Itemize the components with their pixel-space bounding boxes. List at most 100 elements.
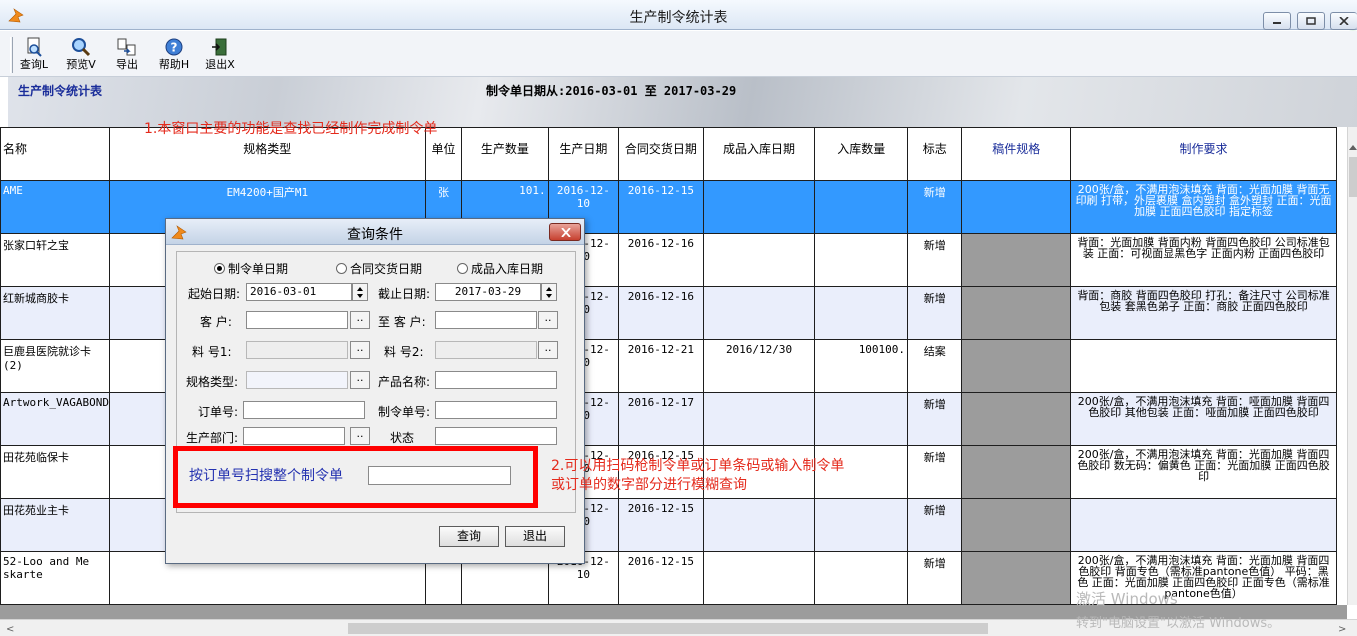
material2-lookup-button[interactable]: .. — [538, 341, 558, 359]
cell-in-qty[interactable]: 100100. — [814, 339, 909, 393]
cell-in-date[interactable] — [702, 392, 816, 446]
customer-lookup-button[interactable]: .. — [350, 311, 370, 329]
cell-name[interactable]: 张家口轩之宝 — [0, 233, 110, 287]
cell-in-date[interactable] — [702, 180, 816, 234]
cell-due-date[interactable]: 2016-12-15 — [618, 551, 704, 605]
cell-name[interactable]: 田花苑业主卡 — [0, 498, 110, 552]
column-header[interactable]: 制作要求 — [1070, 127, 1337, 181]
cell-in-qty[interactable] — [814, 286, 909, 340]
column-header[interactable]: 生产日期 — [547, 127, 620, 181]
scroll-right-arrow-icon[interactable]: > — [1338, 624, 1346, 635]
cell-flag[interactable]: 新增 — [907, 498, 963, 552]
cell-due-date[interactable]: 2016-12-17 — [618, 392, 704, 446]
vertical-scrollbar[interactable] — [1347, 127, 1357, 605]
cell-in-date[interactable] — [702, 498, 816, 552]
material1-lookup-button[interactable]: .. — [350, 341, 370, 359]
cell-due-date[interactable]: 2016-12-15 — [618, 498, 704, 552]
cell-artwork-spec[interactable] — [961, 286, 1072, 340]
column-header[interactable]: 生产数量 — [461, 127, 549, 181]
cell-artwork-spec[interactable] — [961, 551, 1072, 605]
cell-req[interactable]: 背面：光面加膜 背面内粉 背面四色胶印 公司标准包装 正面：可视面显黑色字 正面… — [1070, 233, 1337, 287]
cell-artwork-spec[interactable] — [961, 445, 1072, 499]
vertical-scroll-thumb[interactable] — [1349, 157, 1357, 197]
cell-name[interactable]: Artwork_VAGABOND — [0, 392, 110, 446]
cell-in-qty[interactable] — [814, 392, 909, 446]
cell-artwork-spec[interactable] — [961, 392, 1072, 446]
cell-name[interactable]: 红新城商胶卡 — [0, 286, 110, 340]
cell-name[interactable]: 巨鹿县医院就诊卡(2) — [0, 339, 110, 393]
column-header[interactable]: 稿件规格 — [961, 127, 1072, 181]
cell-req[interactable]: 200张/盒，不满用泡沫填充 背面：光面加膜 背面四色胶印 数无码：偏黄色 正面… — [1070, 445, 1337, 499]
cell-req[interactable]: 200张/盒，不满用泡沫填充 背面：哑面加膜 背面四色胶印 其他包装 正面：哑面… — [1070, 392, 1337, 446]
cell-in-date[interactable]: 2016/12/30 — [702, 339, 816, 393]
mo-no-input[interactable] — [435, 401, 557, 419]
start-date-spinner[interactable] — [352, 283, 368, 301]
cell-artwork-spec[interactable] — [961, 233, 1072, 287]
close-button[interactable] — [1330, 12, 1357, 30]
minimize-button[interactable] — [1263, 12, 1291, 30]
cell-flag[interactable]: 新增 — [907, 180, 963, 234]
export-button[interactable]: 导出 — [107, 35, 147, 75]
cell-in-qty[interactable] — [814, 233, 909, 287]
toolbar-grip[interactable] — [10, 37, 13, 73]
cell-due-date[interactable]: 2016-12-21 — [618, 339, 704, 393]
cell-due-date[interactable]: 2016-12-16 — [618, 233, 704, 287]
order-no-input[interactable] — [243, 401, 365, 419]
cell-name[interactable]: 52-Loo and Me skarte — [0, 551, 110, 605]
scroll-up-arrow-icon[interactable] — [1349, 145, 1357, 150]
material1-input[interactable] — [246, 341, 348, 359]
cell-flag[interactable]: 新增 — [907, 286, 963, 340]
cell-flag[interactable]: 结案 — [907, 339, 963, 393]
maximize-button[interactable] — [1297, 12, 1325, 30]
cell-due-date[interactable]: 2016-12-16 — [618, 286, 704, 340]
preview-button[interactable]: 预览V — [61, 35, 101, 75]
cell-flag[interactable]: 新增 — [907, 392, 963, 446]
cell-in-date[interactable] — [702, 286, 816, 340]
cell-in-date[interactable] — [702, 233, 816, 287]
radio-order-date[interactable]: 制令单日期 — [214, 260, 288, 277]
cell-in-qty[interactable] — [814, 498, 909, 552]
status-input[interactable] — [435, 427, 557, 445]
dialog-title-bar[interactable]: 查询条件 — [166, 219, 584, 245]
exit-button[interactable]: 退出X — [200, 35, 240, 75]
cell-artwork-spec[interactable] — [961, 180, 1072, 234]
cell-name[interactable]: AME — [0, 180, 110, 234]
cell-in-qty[interactable] — [814, 551, 909, 605]
dialog-close-button[interactable] — [549, 223, 581, 241]
department-input[interactable] — [243, 427, 345, 445]
dialog-exit-button[interactable]: 退出 — [505, 526, 565, 547]
to-customer-lookup-button[interactable]: .. — [538, 311, 558, 329]
column-header[interactable]: 入库数量 — [814, 127, 909, 181]
material2-input[interactable] — [435, 341, 537, 359]
cell-name[interactable]: 田花苑临保卡 — [0, 445, 110, 499]
cell-req[interactable]: 200张/盒，不满用泡沫填充 背面：光面加膜 背面无印刷 打带，外层裹膜 盒内塑… — [1070, 180, 1337, 234]
end-date-spinner[interactable] — [541, 283, 557, 301]
start-date-input[interactable]: 2016-03-01 — [246, 283, 352, 301]
query-button[interactable]: 查询L — [14, 35, 54, 75]
to-customer-input[interactable] — [435, 311, 537, 329]
cell-due-date[interactable]: 2016-12-15 — [618, 180, 704, 234]
column-header[interactable]: 合同交货日期 — [618, 127, 704, 181]
horizontal-scroll-thumb[interactable] — [348, 623, 988, 634]
cell-flag[interactable]: 新增 — [907, 551, 963, 605]
product-name-input[interactable] — [435, 371, 557, 389]
cell-flag[interactable]: 新增 — [907, 445, 963, 499]
dialog-query-button[interactable]: 查询 — [439, 526, 499, 547]
spec-type-lookup-button[interactable]: .. — [350, 371, 370, 389]
end-date-input[interactable]: 2017-03-29 — [435, 283, 541, 301]
cell-in-qty[interactable] — [814, 180, 909, 234]
radio-delivery-date[interactable]: 合同交货日期 — [336, 260, 422, 277]
cell-in-date[interactable] — [702, 551, 816, 605]
help-button[interactable]: ? 帮助H — [154, 35, 194, 75]
cell-artwork-spec[interactable] — [961, 339, 1072, 393]
column-header[interactable]: 成品入库日期 — [702, 127, 816, 181]
scan-barcode-input[interactable] — [368, 466, 511, 485]
cell-req[interactable]: 背面：商胶 背面四色胶印 打孔：备注尺寸 公司标准包装 套黑色弟子 正面：商胶 … — [1070, 286, 1337, 340]
customer-input[interactable] — [246, 311, 348, 329]
spec-type-input[interactable] — [246, 371, 348, 389]
cell-req[interactable] — [1070, 339, 1337, 393]
scroll-left-arrow-icon[interactable]: < — [6, 624, 14, 635]
column-header[interactable]: 名称 — [0, 127, 110, 181]
cell-flag[interactable]: 新增 — [907, 233, 963, 287]
cell-req[interactable] — [1070, 498, 1337, 552]
